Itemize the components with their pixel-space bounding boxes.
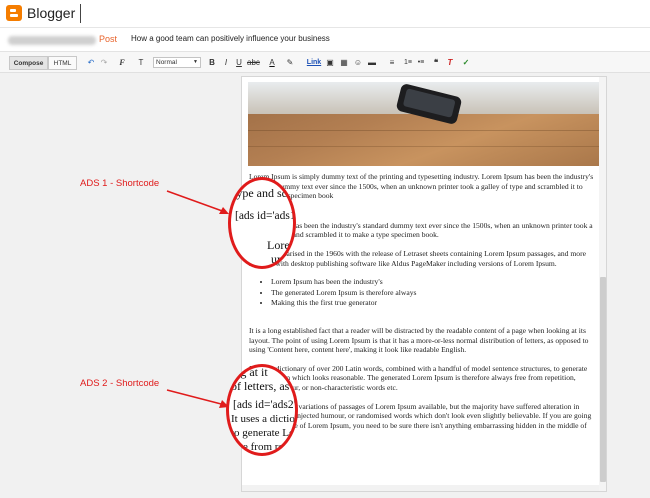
zoom-text: to generate Lo: [231, 427, 295, 439]
paragraph: Lorem Ipsum has been the industry's stan…: [249, 220, 593, 240]
editor-toolbar: Compose HTML ↶ ↷ F T Normal ▼ B I U abc …: [0, 52, 650, 73]
paragraph: It uses a dictionary of over 200 Latin w…: [249, 363, 588, 392]
ads1-annotation: ADS 1 - Shortcode: [80, 178, 160, 189]
ads2-arrow-icon: [166, 389, 229, 408]
wood-grain: [248, 130, 601, 131]
redo-icon[interactable]: ↷: [99, 56, 109, 69]
magnifier-ads2: ing at it of letters, as o [ads id='ads2…: [226, 364, 298, 456]
ads1-arrow-icon: [166, 190, 229, 214]
spellcheck-icon[interactable]: ✓: [460, 56, 472, 69]
insert-image-icon[interactable]: ▣: [325, 56, 335, 69]
list-item: Lorem Ipsum has been the industry's: [271, 277, 595, 287]
strikethrough-icon[interactable]: abc: [247, 56, 260, 69]
paragraph-format-select[interactable]: Normal ▼: [153, 57, 201, 68]
paragraph: It was popularised in the 1960s with the…: [249, 248, 586, 268]
bold-icon[interactable]: B: [207, 56, 217, 69]
zoom-text: type and scrab: [233, 186, 296, 200]
app-header: Blogger: [0, 0, 650, 28]
magnifier-ads1: type and scrab [ads id='ads1'] Lorem I u…: [228, 177, 296, 269]
numbered-list-icon[interactable]: 1≡: [403, 56, 413, 69]
header-divider: [80, 4, 81, 23]
scrollbar-thumb[interactable]: [600, 277, 606, 482]
zoom-text: Lorem I: [267, 238, 296, 252]
zoom-text: unkno: [271, 252, 295, 266]
insert-link-button[interactable]: Link: [306, 56, 322, 69]
blogger-logo-icon[interactable]: [6, 5, 22, 21]
ads1-shortcode: [ads id='ads1']: [235, 210, 296, 222]
list-item: The generated Lorem Ipsum is therefore a…: [271, 288, 595, 298]
post-image[interactable]: [248, 82, 601, 166]
highlight-color-icon[interactable]: ✎: [283, 56, 297, 69]
font-size-icon[interactable]: T: [133, 56, 149, 69]
zoom-text: It uses a diction: [231, 413, 298, 425]
zoom-text: of letters, as o: [231, 379, 298, 393]
chevron-down-icon: ▼: [193, 59, 198, 65]
font-family-icon[interactable]: F: [115, 56, 129, 69]
post-title-input[interactable]: How a good team can positively influence…: [131, 34, 330, 43]
insert-emoji-icon[interactable]: ☺: [353, 56, 363, 69]
paragraph: It is a long established fact that a rea…: [249, 325, 589, 355]
italic-icon[interactable]: I: [221, 56, 231, 69]
paragraph: Lorem Ipsum is simply dummy text of the …: [249, 172, 594, 201]
ads2-annotation: ADS 2 - Shortcode: [80, 378, 160, 389]
post-label: Post: [99, 34, 118, 44]
post-editor[interactable]: Lorem Ipsum is simply dummy text of the …: [241, 76, 607, 492]
text-color-icon[interactable]: A: [265, 56, 279, 69]
zoom-text: ing at it: [231, 365, 268, 379]
undo-icon[interactable]: ↶: [86, 56, 96, 69]
post-title-bar: Post How a good team can positively infl…: [0, 28, 650, 52]
alignment-icon[interactable]: ≡: [385, 56, 399, 69]
compose-mode-button[interactable]: Compose: [9, 56, 48, 70]
wood-grain: [248, 146, 601, 147]
quote-icon[interactable]: ❝: [431, 56, 441, 69]
underline-icon[interactable]: U: [234, 56, 244, 69]
list-item: Making this the first true generator: [271, 298, 595, 308]
post-body[interactable]: Lorem Ipsum is simply dummy text of the …: [249, 172, 595, 449]
bullet-list-icon[interactable]: •≡: [416, 56, 426, 69]
insert-video-icon[interactable]: ▦: [339, 56, 349, 69]
blurred-blog-name: [8, 36, 96, 45]
remove-formatting-icon[interactable]: T: [445, 56, 455, 69]
horizontal-scrollbar[interactable]: [242, 485, 599, 491]
html-mode-button[interactable]: HTML: [48, 56, 77, 70]
app-name[interactable]: Blogger: [27, 5, 75, 21]
zoom-text: e from re: [243, 441, 284, 453]
bullet-list: Lorem Ipsum has been the industry's The …: [271, 277, 595, 308]
insert-jump-break-icon[interactable]: ▬: [367, 56, 377, 69]
ads2-shortcode: [ads id='ads2']: [233, 399, 298, 411]
paragraph: There are many variations of passages of…: [249, 401, 592, 440]
format-value: Normal: [156, 59, 177, 66]
